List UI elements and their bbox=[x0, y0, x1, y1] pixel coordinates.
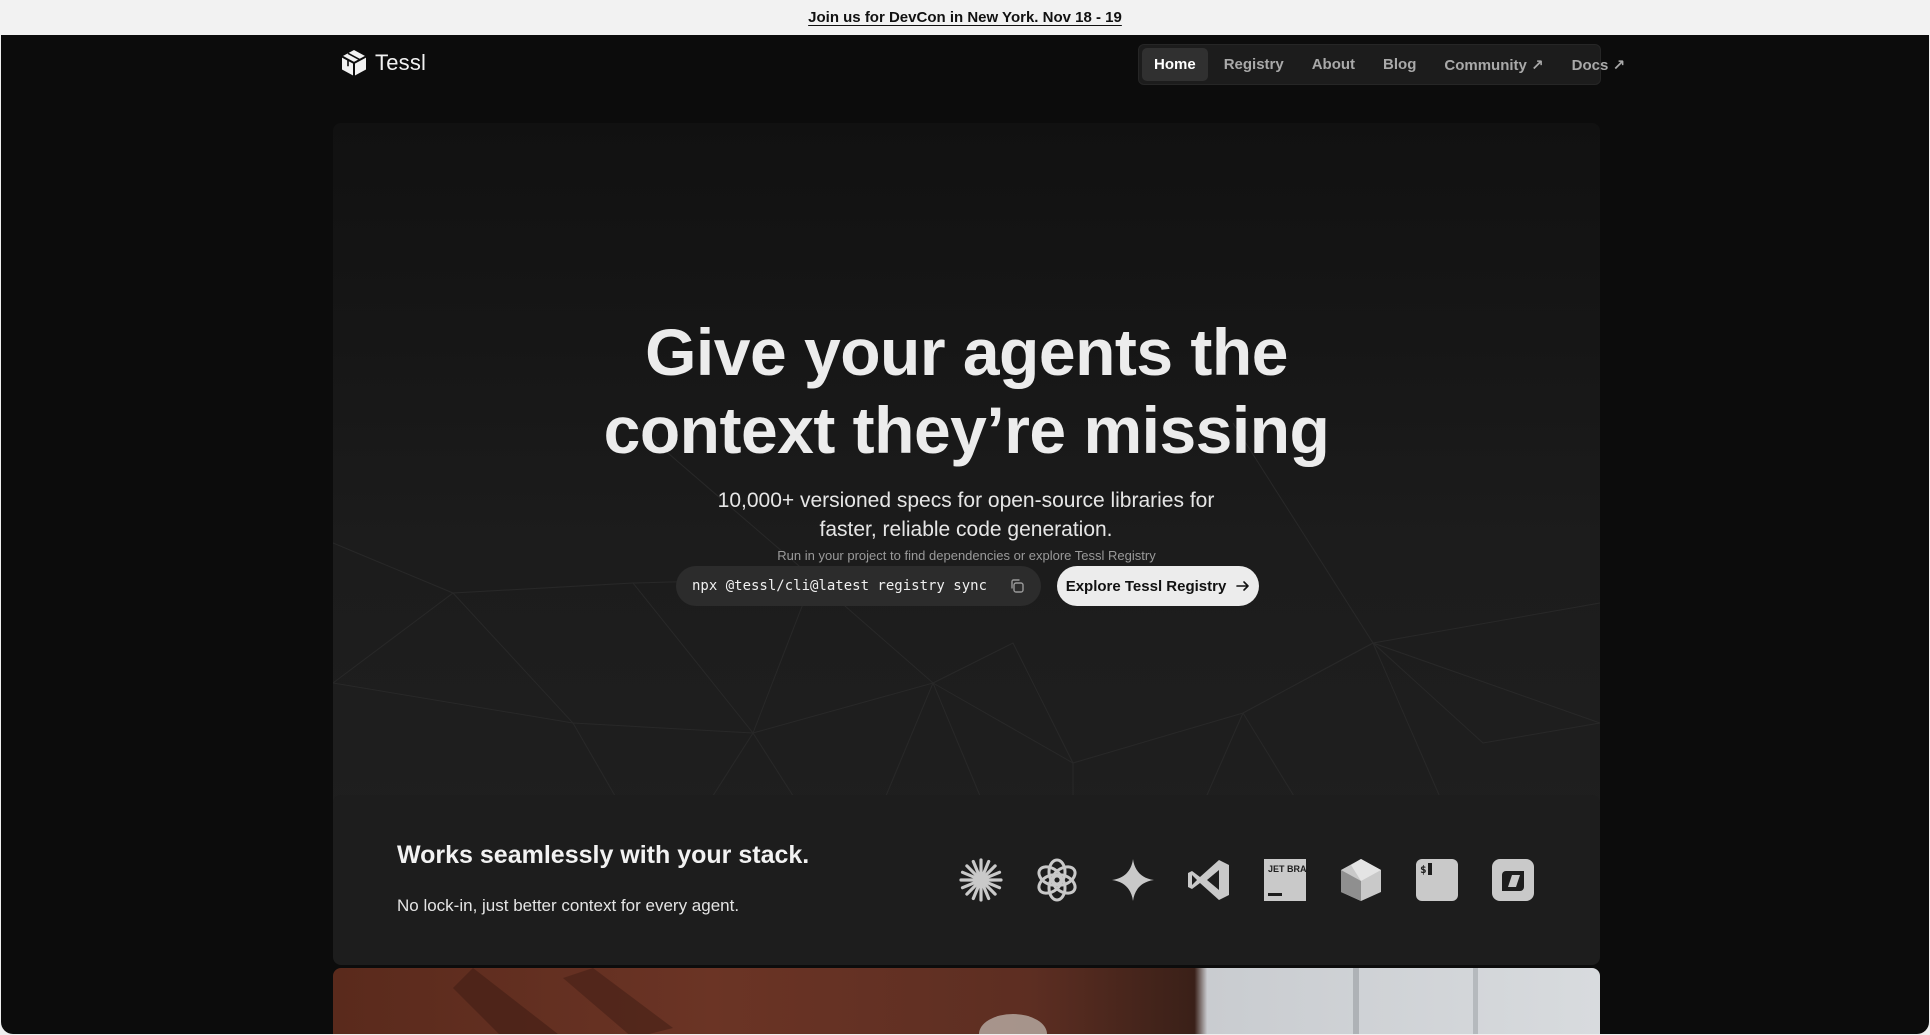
hero-photo bbox=[333, 968, 1600, 1034]
nav-community[interactable]: Community ↗ bbox=[1432, 48, 1555, 82]
jetbrains-icon: JET BRAINS bbox=[1264, 859, 1308, 901]
announcement-bar: Join us for DevCon in New York. Nov 18 -… bbox=[0, 0, 1930, 35]
terminal-icon: $ bbox=[1416, 859, 1458, 901]
gemini-icon bbox=[1112, 859, 1154, 901]
hero-headline: Give your agents the context they’re mis… bbox=[333, 313, 1600, 469]
nav-blog[interactable]: Blog bbox=[1371, 48, 1428, 81]
explore-registry-button[interactable]: Explore Tessl Registry bbox=[1057, 566, 1259, 606]
hero-section: Give your agents the context they’re mis… bbox=[333, 123, 1600, 827]
brand-logo[interactable]: Tessl bbox=[341, 49, 426, 77]
vscode-icon bbox=[1188, 860, 1229, 900]
install-command-box[interactable]: npx @tessl/cli@latest registry sync bbox=[676, 566, 1041, 606]
command-hint: Run in your project to find dependencies… bbox=[777, 548, 1156, 563]
openai-icon bbox=[1037, 858, 1077, 902]
hero-subhead: 10,000+ versioned specs for open-source … bbox=[666, 486, 1266, 544]
subhead-line-1: 10,000+ versioned specs for open-source … bbox=[717, 489, 1215, 512]
stack-title: Works seamlessly with your stack. bbox=[397, 841, 810, 869]
stack-section: Works seamlessly with your stack. No loc… bbox=[333, 795, 1600, 965]
nav-registry[interactable]: Registry bbox=[1212, 48, 1296, 81]
main-nav: Home Registry About Blog Community ↗ Doc… bbox=[1138, 44, 1625, 85]
windsurf-icon bbox=[1492, 859, 1534, 901]
announcement-link[interactable]: Join us for DevCon in New York. Nov 18 -… bbox=[808, 9, 1122, 26]
nav-about[interactable]: About bbox=[1300, 48, 1367, 81]
subhead-line-2: faster, reliable code generation. bbox=[819, 518, 1113, 541]
jetbrains-text: JET BRAINS bbox=[1268, 864, 1308, 874]
explore-registry-label: Explore Tessl Registry bbox=[1065, 577, 1227, 595]
background-mesh bbox=[333, 422, 1600, 827]
copy-icon[interactable] bbox=[1009, 578, 1025, 594]
install-command: npx @tessl/cli@latest registry sync bbox=[692, 578, 988, 594]
photo-decoration bbox=[453, 968, 1478, 1034]
headline-line-1: Give your agents the bbox=[645, 315, 1288, 389]
headline-line-2: context they’re missing bbox=[603, 393, 1330, 467]
nav-home[interactable]: Home bbox=[1142, 48, 1208, 81]
claude-icon bbox=[959, 858, 1003, 902]
stack-subtitle: No lock-in, just better context for ever… bbox=[397, 896, 740, 915]
page-frame: Tessl Home Registry About Blog Community… bbox=[1, 35, 1929, 1034]
cursor-icon bbox=[1341, 859, 1381, 901]
brand-name: Tessl bbox=[375, 50, 427, 75]
nav-docs[interactable]: Docs ↗ bbox=[1560, 48, 1637, 82]
cube-logo-icon bbox=[341, 50, 367, 76]
arrow-right-icon bbox=[1236, 581, 1250, 591]
svg-text:$: $ bbox=[1420, 863, 1427, 876]
